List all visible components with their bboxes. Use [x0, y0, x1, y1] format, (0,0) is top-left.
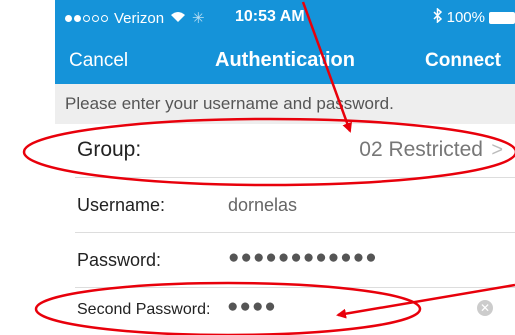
username-label: Username: — [77, 195, 166, 215]
carrier-name: Verizon — [114, 9, 165, 27]
chevron-right-icon: > — [491, 139, 503, 161]
group-value: 02 Restricted — [359, 138, 483, 161]
second-password-label: Second Password: — [77, 301, 211, 318]
bluetooth-icon — [433, 7, 443, 27]
connect-button[interactable]: Connect — [425, 50, 501, 72]
status-time: 10:53 AM — [235, 8, 305, 25]
group-label: Group: — [77, 138, 142, 161]
battery-icon — [489, 11, 515, 24]
loading-icon: ✳ — [192, 10, 205, 27]
wifi-icon — [170, 10, 186, 27]
group-selector-row[interactable]: Group: 02 Restricted > — [55, 124, 515, 178]
carrier-indicator: Verizon ✳ — [65, 9, 205, 27]
password-row: Password: ●●●●●●●●●●●● — [55, 233, 515, 288]
phone-screen: Verizon ✳ 10:53 AM 100% Authentication C… — [55, 0, 515, 335]
status-right: 100% — [433, 7, 515, 27]
navigation-bar: Authentication Cancel Connect — [55, 40, 515, 84]
password-field[interactable]: ●●●●●●●●●●●● — [228, 247, 378, 269]
cancel-button[interactable]: Cancel — [69, 50, 128, 72]
battery-percent: 100% — [446, 9, 485, 26]
username-row: Username: dornelas — [55, 178, 515, 233]
username-field[interactable]: dornelas — [228, 195, 297, 216]
password-label: Password: — [77, 250, 162, 270]
signal-strength-icon — [65, 14, 108, 22]
instruction-text: Please enter your username and password. — [55, 84, 515, 124]
second-password-row: Second Password: ●●●● ✕ — [55, 288, 515, 335]
status-bar: Verizon ✳ 10:53 AM 100% — [55, 0, 515, 40]
second-password-field[interactable]: ●●●● — [227, 296, 277, 318]
clear-field-icon[interactable]: ✕ — [477, 300, 493, 316]
